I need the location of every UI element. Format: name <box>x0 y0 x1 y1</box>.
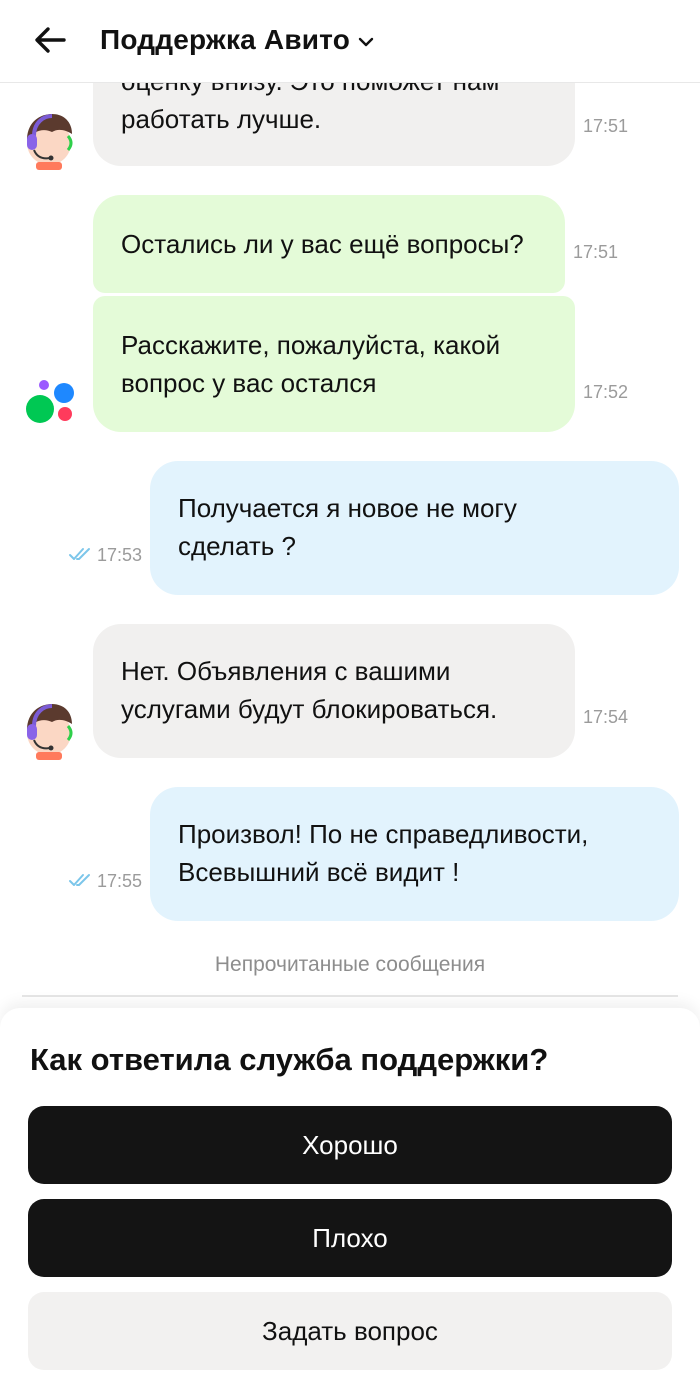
read-checkmarks-icon <box>69 548 90 560</box>
message-text-line: Получается я новое не могу <box>178 493 517 523</box>
message-text-line: услугами будут блокироваться. <box>121 694 498 724</box>
message-text-line: Всевышний всё видит ! <box>178 857 460 887</box>
support-agent-avatar-icon <box>27 114 73 170</box>
unread-divider <box>22 995 678 997</box>
message-bot: Расскажите, пожалуйста, какой вопрос у в… <box>93 296 575 432</box>
message-text-line: Остались ли у вас ещё вопросы? <box>121 229 524 259</box>
message-text-line: работать лучше. <box>121 104 322 134</box>
message-list[interactable]: оценку внизу. Это поможет нам работать л… <box>0 82 700 1008</box>
rating-panel: Как ответила служба поддержки? Хорошо Пл… <box>0 1008 700 1390</box>
unread-messages-label: Непрочитанные сообщения <box>214 953 486 976</box>
message-text-line: оценку внизу. Это поможет нам <box>121 82 547 100</box>
message-bot: Остались ли у вас ещё вопросы? <box>93 195 565 293</box>
chat-title-dropdown[interactable]: Поддержка Авито <box>100 20 374 60</box>
read-checkmarks-icon <box>69 874 90 886</box>
avito-logo-icon <box>26 380 74 423</box>
message-user: Произвол! По не справедливости, Всевышни… <box>150 787 679 921</box>
message-time: 17:52 <box>583 382 629 402</box>
message-text-line: вопрос у вас остался <box>121 368 377 398</box>
message-text-line: Нет. Объявления с вашими <box>121 656 451 686</box>
arrow-left-icon <box>35 27 66 53</box>
message-time: 17:51 <box>583 116 629 136</box>
ask-question-button[interactable]: Задать вопрос <box>28 1292 672 1370</box>
message-agent: Нет. Объявления с вашими услугами будут … <box>93 624 575 758</box>
chat-title: Поддержка Авито <box>100 24 351 55</box>
support-agent-avatar-icon <box>27 704 73 760</box>
rate-good-button[interactable]: Хорошо <box>28 1106 672 1184</box>
message-text-line: Произвол! По не справедливости, <box>178 819 589 849</box>
chevron-down-icon <box>358 37 374 47</box>
message-agent: оценку внизу. Это поможет нам работать л… <box>93 82 575 166</box>
chat-header: Поддержка Авито <box>0 0 700 83</box>
message-text-line: сделать ? <box>178 531 296 561</box>
message-time: 17:51 <box>573 242 619 262</box>
message-user: Получается я новое не могу сделать ? <box>150 461 679 595</box>
message-text-line: Расскажите, пожалуйста, какой <box>121 330 501 360</box>
message-time: 17:55 <box>97 871 143 891</box>
rating-question: Как ответила служба поддержки? <box>30 1042 549 1077</box>
back-button[interactable] <box>30 20 70 60</box>
message-time: 17:53 <box>97 545 143 565</box>
message-time: 17:54 <box>583 707 629 727</box>
rate-bad-button[interactable]: Плохо <box>28 1199 672 1277</box>
